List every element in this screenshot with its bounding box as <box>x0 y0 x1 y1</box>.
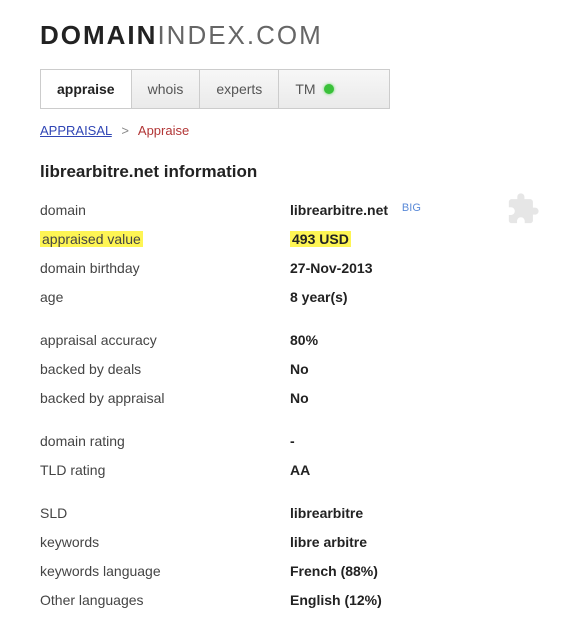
row-tld-rating: TLD rating AA <box>40 456 530 485</box>
domain-value-text: librearbitre.net <box>290 202 388 218</box>
big-badge[interactable]: BIG <box>402 202 421 214</box>
label-appraised-value-hl: appraised value <box>40 231 143 247</box>
puzzle-icon <box>506 192 540 226</box>
row-keywords-lang: keywords language French (88%) <box>40 557 530 586</box>
label-tld-rating: TLD rating <box>40 460 290 481</box>
tab-tm-label: TM <box>295 81 315 97</box>
value-keywords-lang: French (88%) <box>290 561 530 582</box>
breadcrumb-current: Appraise <box>138 123 189 138</box>
status-dot-icon <box>324 84 334 94</box>
label-keywords: keywords <box>40 532 290 553</box>
value-accuracy: 80% <box>290 330 530 351</box>
row-other-lang: Other languages English (12%) <box>40 586 530 615</box>
value-backed-deals: No <box>290 359 530 380</box>
row-keywords: keywords libre arbitre <box>40 528 530 557</box>
value-other-lang: English (12%) <box>290 590 530 611</box>
breadcrumb-sep: > <box>121 123 129 138</box>
logo-bold: DOMAIN <box>40 20 157 50</box>
spacer <box>40 413 530 427</box>
label-accuracy: appraisal accuracy <box>40 330 290 351</box>
label-domain-rating: domain rating <box>40 431 290 452</box>
value-domain-rating: - <box>290 431 530 452</box>
value-age: 8 year(s) <box>290 287 530 308</box>
tab-appraise[interactable]: appraise <box>41 70 132 108</box>
row-backed-appraisal: backed by appraisal No <box>40 384 530 413</box>
value-tld-rating: AA <box>290 460 530 481</box>
value-domain: librearbitre.net BIG <box>290 200 530 221</box>
tab-experts[interactable]: experts <box>200 70 279 108</box>
label-domain: domain <box>40 200 290 221</box>
value-birthday: 27-Nov-2013 <box>290 258 530 279</box>
row-sld: SLD librearbitre <box>40 499 530 528</box>
label-keywords-lang: keywords language <box>40 561 290 582</box>
spacer <box>40 485 530 499</box>
value-keywords: libre arbitre <box>290 532 530 553</box>
label-age: age <box>40 287 290 308</box>
label-other-lang: Other languages <box>40 590 290 611</box>
value-backed-appraisal: No <box>290 388 530 409</box>
value-appraised-value: 493 USD <box>290 229 530 250</box>
row-domain-rating: domain rating - <box>40 427 530 456</box>
page-title: librearbitre.net information <box>40 162 530 182</box>
row-accuracy: appraisal accuracy 80% <box>40 326 530 355</box>
info-table: domain librearbitre.net BIG appraised va… <box>40 196 530 615</box>
row-domain: domain librearbitre.net BIG <box>40 196 530 225</box>
breadcrumb: APPRAISAL > Appraise <box>40 123 530 138</box>
row-age: age 8 year(s) <box>40 283 530 312</box>
label-backed-deals: backed by deals <box>40 359 290 380</box>
label-birthday: domain birthday <box>40 258 290 279</box>
nav-tabs: appraise whois experts TM <box>40 69 390 109</box>
label-backed-appraisal: backed by appraisal <box>40 388 290 409</box>
breadcrumb-root[interactable]: APPRAISAL <box>40 123 112 138</box>
tab-tm[interactable]: TM <box>279 70 349 108</box>
spacer <box>40 312 530 326</box>
row-appraised-value: appraised value 493 USD <box>40 225 530 254</box>
label-appraised-value: appraised value <box>40 229 290 250</box>
tab-whois[interactable]: whois <box>132 70 201 108</box>
value-sld: librearbitre <box>290 503 530 524</box>
row-backed-deals: backed by deals No <box>40 355 530 384</box>
label-sld: SLD <box>40 503 290 524</box>
value-appraised-value-hl: 493 USD <box>290 231 351 247</box>
logo-thin: INDEX.COM <box>157 20 322 50</box>
site-logo[interactable]: DOMAININDEX.COM <box>40 20 530 51</box>
row-birthday: domain birthday 27-Nov-2013 <box>40 254 530 283</box>
